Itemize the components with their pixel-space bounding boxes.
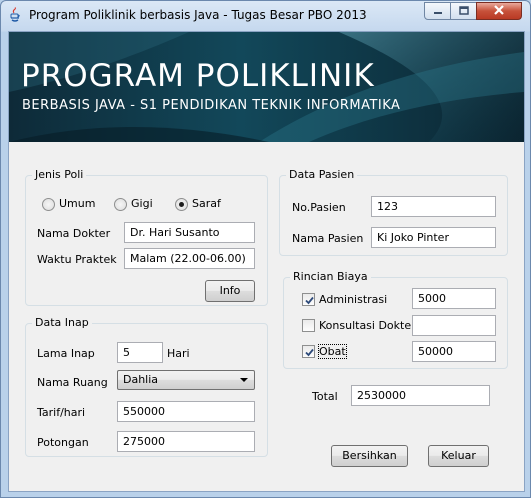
total-label: Total xyxy=(312,390,338,403)
nama-ruang-selected: Dahlia xyxy=(123,373,159,386)
bersihkan-button[interactable]: Bersihkan xyxy=(331,445,408,467)
data-inap-legend: Data Inap xyxy=(32,316,92,329)
lama-inap-label: Lama Inap xyxy=(37,347,95,360)
obat-checkbox[interactable] xyxy=(302,345,315,358)
radio-gigi[interactable] xyxy=(114,198,127,211)
checkmark-icon xyxy=(305,348,314,357)
nama-pasien-field[interactable]: Ki Joko Pinter xyxy=(371,227,496,248)
data-pasien-legend: Data Pasien xyxy=(286,168,358,181)
administrasi-checkbox[interactable] xyxy=(302,293,315,306)
lama-inap-field[interactable]: 5 xyxy=(117,342,163,363)
banner-subtitle: BERBASIS JAVA - S1 PENDIDIKAN TEKNIK INF… xyxy=(22,98,401,113)
title-bar[interactable]: Program Poliklinik berbasis Java - Tugas… xyxy=(1,1,530,29)
minimize-button[interactable] xyxy=(424,2,451,20)
konsultasi-dokter-checkbox[interactable] xyxy=(302,319,315,332)
minimize-icon xyxy=(433,5,443,18)
konsultasi-dokter-field[interactable] xyxy=(412,315,496,336)
main-panel: PROGRAM POLIKLINIK BERBASIS JAVA - S1 PE… xyxy=(8,31,525,492)
administrasi-label[interactable]: Administrasi xyxy=(319,293,387,306)
total-field[interactable]: 2530000 xyxy=(351,385,490,406)
keluar-button[interactable]: Keluar xyxy=(428,445,489,467)
waktu-praktek-label: Waktu Praktek xyxy=(37,253,117,266)
nama-pasien-label: Nama Pasien xyxy=(292,232,364,245)
maximize-icon xyxy=(458,5,469,18)
tarif-hari-label: Tarif/hari xyxy=(37,406,86,419)
no-pasien-field[interactable]: 123 xyxy=(371,196,496,217)
hari-label: Hari xyxy=(167,347,190,360)
banner-title: PROGRAM POLIKLINIK xyxy=(21,58,375,94)
radio-gigi-label[interactable]: Gigi xyxy=(131,197,153,210)
radio-saraf[interactable] xyxy=(175,198,188,211)
nama-ruang-select[interactable]: Dahlia xyxy=(117,370,255,390)
checkmark-icon xyxy=(305,296,314,305)
potongan-field[interactable]: 275000 xyxy=(117,431,255,452)
nama-ruang-label: Nama Ruang xyxy=(37,376,108,389)
potongan-label: Potongan xyxy=(37,436,89,449)
waktu-praktek-field[interactable]: Malam (22.00-06.00) xyxy=(124,248,255,269)
info-button[interactable]: Info xyxy=(205,280,255,302)
konsultasi-dokter-label[interactable]: Konsultasi Dokter xyxy=(319,319,416,332)
nama-dokter-field[interactable]: Dr. Hari Susanto xyxy=(124,222,255,243)
window-title: Program Poliklinik berbasis Java - Tugas… xyxy=(29,8,367,22)
java-app-icon xyxy=(7,7,23,23)
maximize-button[interactable] xyxy=(450,2,477,20)
nama-dokter-label: Nama Dokter xyxy=(37,227,111,240)
tarif-hari-field[interactable]: 550000 xyxy=(117,401,255,422)
jenis-poli-legend: Jenis Poli xyxy=(32,168,87,181)
close-icon xyxy=(493,4,505,18)
application-window: Program Poliklinik berbasis Java - Tugas… xyxy=(0,0,531,498)
administrasi-field[interactable]: 5000 xyxy=(412,288,496,309)
close-button[interactable] xyxy=(476,2,522,20)
radio-umum[interactable] xyxy=(42,198,55,211)
radio-saraf-label[interactable]: Saraf xyxy=(192,197,221,210)
rincian-biaya-legend: Rincian Biaya xyxy=(290,270,371,283)
no-pasien-label: No.Pasien xyxy=(292,201,346,214)
chevron-down-icon xyxy=(240,378,248,382)
obat-field[interactable]: 50000 xyxy=(412,341,496,362)
radio-umum-label[interactable]: Umum xyxy=(59,197,95,210)
obat-label[interactable]: Obat xyxy=(318,344,347,359)
header-banner: PROGRAM POLIKLINIK BERBASIS JAVA - S1 PE… xyxy=(9,32,524,142)
